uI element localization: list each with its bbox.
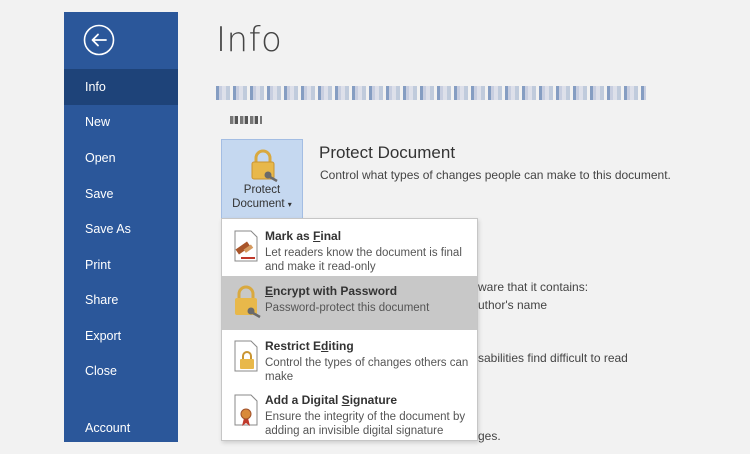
menu-title-text: Add a Digital <box>265 393 342 407</box>
nav-new[interactable]: New <box>64 104 178 140</box>
menu-title-text: Restrict E <box>265 339 322 353</box>
menu-title-text: inal <box>320 229 342 243</box>
protect-section-desc: Control what types of changes people can… <box>320 168 671 182</box>
nav-print[interactable]: Print <box>64 247 178 283</box>
inspect-text-fragment: ware that it contains: <box>478 280 589 294</box>
lock-key-icon <box>235 285 261 319</box>
nav-account[interactable]: Account <box>64 410 178 446</box>
digital-signature-icon <box>234 394 258 426</box>
author-text-fragment: uthor's name <box>478 298 547 312</box>
menu-item-desc: Ensure the integrity of the document by … <box>265 411 466 437</box>
menu-item-encrypt-with-password[interactable]: Encrypt with Password Password-protect t… <box>222 276 477 330</box>
protect-button-label-1: Protect <box>243 184 281 196</box>
versions-text-fragment: ges. <box>478 429 501 443</box>
chevron-down-icon: ▾ <box>287 200 292 209</box>
page-title: Info <box>216 20 283 60</box>
menu-item-add-digital-signature[interactable]: Add a Digital Signature Ensure the integ… <box>222 385 477 439</box>
access-key: E <box>265 284 274 298</box>
menu-title-text: ignature <box>349 393 398 407</box>
menu-item-desc: Control the types of changes others can … <box>265 357 469 383</box>
menu-title-text: Mark as <box>265 229 314 243</box>
nav-save[interactable]: Save <box>64 176 178 212</box>
nav-info[interactable]: Info <box>64 69 178 105</box>
nav-share[interactable]: Share <box>64 282 178 318</box>
menu-title-text: iting <box>328 339 354 353</box>
nav-save-as[interactable]: Save As <box>64 211 178 247</box>
protect-document-button[interactable]: Protect Document ▾ <box>221 139 303 219</box>
accessibility-text-fragment: sabilities find difficult to read <box>478 351 628 365</box>
menu-item-mark-as-final[interactable]: Mark as Final Let readers know the docum… <box>222 221 477 275</box>
menu-item-desc: Let readers know the document is final a… <box>265 247 462 273</box>
mark-final-icon <box>234 230 258 262</box>
menu-item-restrict-editing[interactable]: Restrict Editing Control the types of ch… <box>222 331 477 385</box>
access-key: S <box>341 393 350 407</box>
document-location-redacted <box>230 116 262 124</box>
backstage-sidebar: Info New Open Save Save As Print Share E… <box>64 12 178 442</box>
lock-key-icon <box>251 149 278 182</box>
protect-document-menu: Mark as Final Let readers know the docum… <box>221 218 478 441</box>
nav-open[interactable]: Open <box>64 140 178 176</box>
back-arrow-icon <box>83 24 115 56</box>
lock-document-icon <box>234 340 258 372</box>
protect-button-label-2: Document <box>232 198 285 210</box>
menu-item-desc: Password-protect this document <box>265 302 430 314</box>
nav-export[interactable]: Export <box>64 318 178 354</box>
protect-section-title: Protect Document <box>319 143 456 162</box>
document-path-redacted <box>216 86 646 100</box>
back-button[interactable] <box>83 24 115 56</box>
menu-title-text: ncrypt with Password <box>273 284 398 298</box>
nav-close[interactable]: Close <box>64 353 178 389</box>
